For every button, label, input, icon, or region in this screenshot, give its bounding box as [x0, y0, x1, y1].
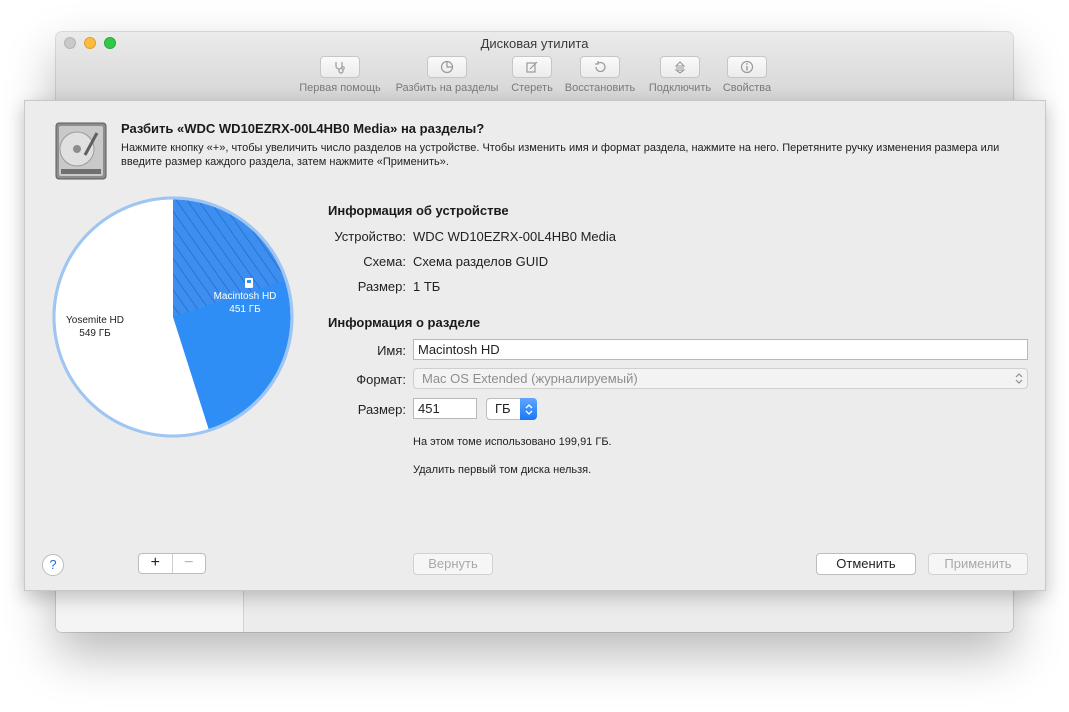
- toolbar-label: Свойства: [722, 82, 772, 94]
- toolbar-label: Стереть: [511, 82, 553, 94]
- partition-size-input[interactable]: 451: [413, 398, 477, 419]
- finder-disk-icon: [245, 278, 253, 288]
- add-remove-partition-control: + −: [138, 553, 206, 574]
- sheet-description: Нажмите кнопку «+», чтобы увеличить числ…: [121, 142, 1000, 168]
- help-button[interactable]: ?: [42, 554, 64, 576]
- toolbar-info[interactable]: Свойства: [718, 56, 776, 94]
- toolbar-mount[interactable]: Подключить: [644, 56, 716, 94]
- revert-button[interactable]: Вернуть: [413, 553, 493, 575]
- toolbar-label: Подключить: [648, 82, 712, 94]
- apply-button[interactable]: Применить: [928, 553, 1028, 575]
- erase-icon: [526, 61, 538, 73]
- toolbar-label: Разбить на разделы: [395, 82, 499, 94]
- partition-size-label: Размер:: [357, 402, 406, 417]
- partition-pie-chart[interactable]: Macintosh HD 451 ГБ Yosemite HD 549 ГБ: [52, 196, 294, 438]
- sheet-title: Разбить «WDC WD10EZRX-00L4HB0 Media» на …: [121, 121, 485, 136]
- size-unit-select[interactable]: ГБ: [486, 398, 537, 420]
- add-partition-button[interactable]: +: [139, 554, 173, 573]
- device-size-label: Размер:: [357, 279, 406, 294]
- format-select[interactable]: Mac OS Extended (журналируемый): [413, 368, 1028, 389]
- name-label: Имя:: [377, 343, 406, 358]
- remove-partition-button[interactable]: −: [173, 554, 206, 573]
- partition-sheet: Разбить «WDC WD10EZRX-00L4HB0 Media» на …: [24, 100, 1046, 591]
- device-size-value: 1 ТБ: [413, 279, 441, 294]
- pie-label-yosemite-hd: Yosemite HD: [66, 315, 124, 326]
- toolbar-label: Первая помощь: [299, 82, 381, 94]
- toolbar-restore[interactable]: Восстановить: [560, 56, 640, 94]
- window-title: Дисковая утилита: [480, 36, 589, 51]
- cancel-button[interactable]: Отменить: [816, 553, 916, 575]
- device-value: WDC WD10EZRX-00L4HB0 Media: [413, 229, 617, 244]
- device-label: Устройство:: [334, 229, 406, 244]
- toolbar-partition[interactable]: Разбить на разделы: [392, 56, 502, 94]
- toolbar-first-aid[interactable]: Первая помощь: [298, 56, 382, 94]
- toolbar-erase[interactable]: Стереть: [506, 56, 558, 94]
- partition-info-heading: Информация о разделе: [328, 315, 481, 330]
- delete-note: Удалить первый том диска нельзя.: [413, 464, 592, 476]
- pie-label-macintosh-hd: Macintosh HD: [214, 291, 277, 302]
- format-select-value: Mac OS Extended (журналируемый): [422, 371, 638, 386]
- titlebar: Дисковая утилита Первая помощь Разбить н…: [56, 32, 1013, 101]
- toolbar-label: Восстановить: [564, 82, 636, 94]
- scheme-label: Схема:: [363, 254, 406, 269]
- info-icon: [740, 60, 754, 74]
- chevron-updown-icon: [520, 398, 537, 420]
- scheme-value: Схема разделов GUID: [413, 254, 549, 269]
- stethoscope-icon: [335, 62, 345, 74]
- pie-size-yosemite-hd: 549 ГБ: [79, 328, 111, 339]
- restore-icon: [595, 61, 606, 73]
- hard-drive-icon: [55, 122, 107, 180]
- partition-name-input[interactable]: Macintosh HD: [413, 339, 1028, 360]
- used-space-note: На этом томе использовано 199,91 ГБ.: [413, 436, 612, 448]
- size-unit-value: ГБ: [495, 401, 511, 416]
- format-label: Формат:: [356, 372, 406, 387]
- pie-size-macintosh-hd: 451 ГБ: [229, 304, 261, 315]
- mount-icon: [674, 61, 686, 74]
- device-info-heading: Информация об устройстве: [328, 203, 509, 218]
- pie-partition-icon: [440, 60, 454, 74]
- chevron-updown-icon: [1015, 373, 1023, 384]
